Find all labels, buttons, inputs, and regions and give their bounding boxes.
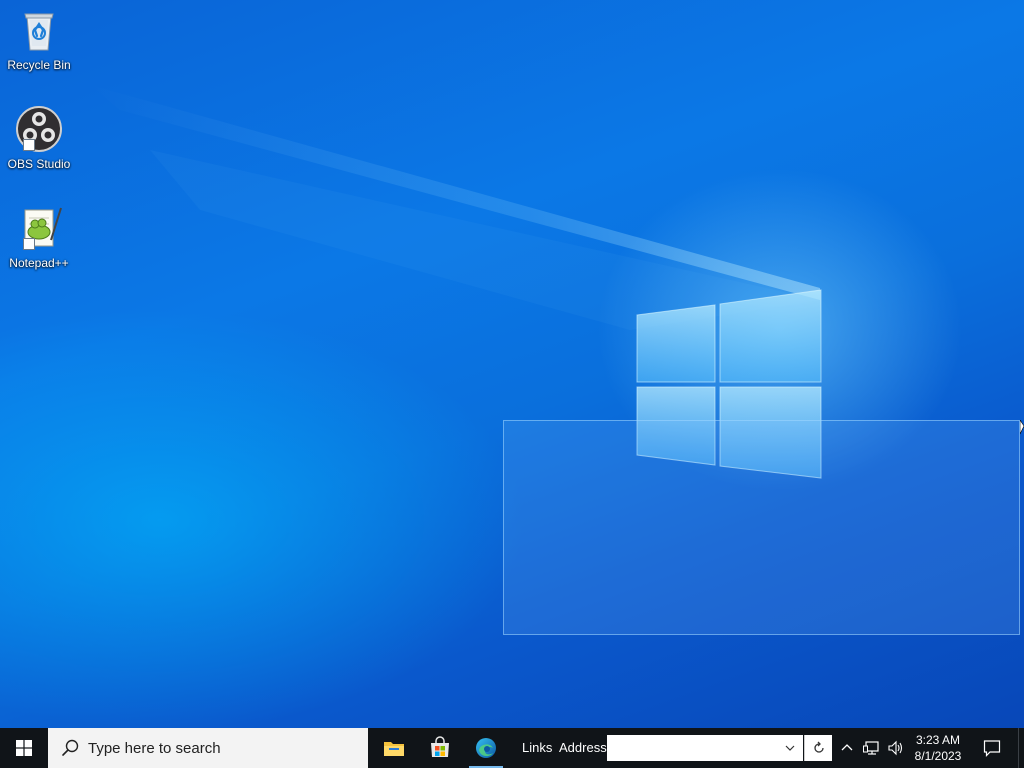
refresh-icon — [813, 741, 824, 753]
chevron-down-icon — [785, 745, 795, 751]
recycle-bin-icon — [15, 6, 63, 54]
tray-volume-button[interactable] — [883, 728, 907, 768]
notification-icon — [983, 740, 1001, 757]
taskbar-app-file-explorer[interactable] — [371, 728, 417, 768]
address-input[interactable] — [607, 735, 803, 761]
notepad-plus-plus-icon — [15, 204, 63, 252]
desktop-icon-recycle-bin[interactable]: Recycle Bin — [4, 6, 74, 72]
tray-overflow-button[interactable] — [835, 728, 859, 768]
taskbar-clock[interactable]: 3:23 AM 8/1/2023 — [907, 728, 969, 768]
shortcut-arrow-icon — [23, 238, 35, 250]
edge-icon — [476, 738, 496, 758]
windows-logo-icon — [16, 740, 32, 756]
desktop-icon-obs-studio[interactable]: OBS Studio — [4, 105, 74, 171]
desktop-icon-label: Notepad++ — [9, 256, 69, 270]
clock-time: 3:23 AM — [915, 733, 961, 747]
taskbar-app-microsoft-store[interactable] — [417, 728, 463, 768]
address-toolbar-label: Address — [559, 740, 607, 755]
desktop[interactable]: Recycle Bin OBS Studio Notepad++ — [0, 0, 1024, 728]
clock-date: 8/1/2023 — [914, 749, 962, 763]
action-center-button[interactable] — [974, 728, 1010, 768]
taskbar-app-microsoft-edge[interactable] — [463, 728, 509, 768]
shortcut-arrow-icon — [23, 139, 35, 151]
address-refresh-button[interactable] — [804, 735, 832, 761]
desktop-icon-label: Recycle Bin — [7, 58, 71, 72]
start-button[interactable] — [0, 728, 48, 768]
taskbar-search-box[interactable]: Type here to search — [48, 728, 368, 768]
desktop-icon-label: OBS Studio — [7, 157, 71, 171]
taskbar: Type here to search Links Address 3:23 A… — [0, 728, 1024, 768]
drag-selection-rectangle — [503, 420, 1020, 635]
network-icon — [863, 741, 879, 755]
address-dropdown-button[interactable] — [777, 735, 803, 761]
file-explorer-icon — [384, 742, 404, 756]
tray-network-button[interactable] — [859, 728, 883, 768]
microsoft-store-icon — [431, 736, 449, 757]
chevron-up-icon — [841, 744, 853, 751]
desktop-icon-notepad-plus-plus[interactable]: Notepad++ — [4, 204, 74, 270]
search-placeholder: Type here to search — [88, 739, 221, 757]
show-desktop-button[interactable] — [1018, 728, 1024, 768]
search-icon — [62, 739, 79, 756]
mouse-cursor-icon — [1020, 420, 1024, 435]
links-toolbar-label[interactable]: Links — [522, 728, 552, 768]
volume-icon — [888, 740, 903, 756]
obs-studio-icon — [15, 105, 63, 153]
